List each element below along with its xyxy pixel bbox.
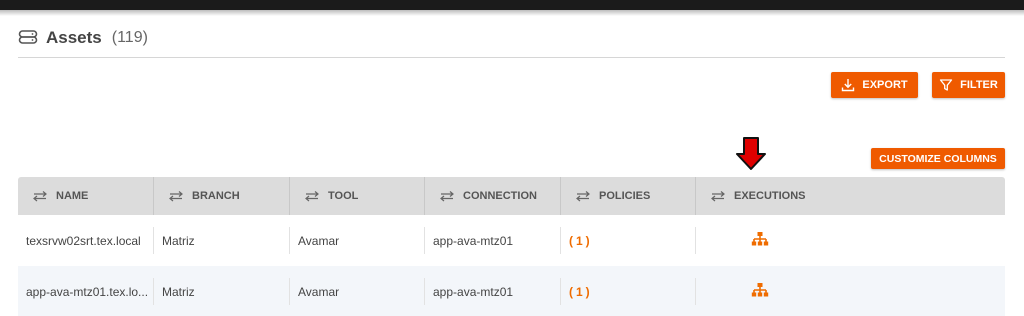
table-row: app-ava-mtz01.tex.lo... Matriz Avamar ap… bbox=[18, 266, 1005, 316]
header-divider bbox=[18, 57, 1005, 58]
sitemap-icon[interactable] bbox=[751, 231, 769, 250]
filter-button[interactable]: FILTER bbox=[932, 72, 1005, 98]
policies-cell: (1) bbox=[561, 215, 696, 266]
asset-name-cell: app-ava-mtz01.tex.lo... bbox=[18, 266, 154, 316]
executions-cell bbox=[696, 266, 1005, 316]
column-label: POLICIES bbox=[599, 190, 651, 202]
download-icon bbox=[841, 78, 855, 92]
sort-arrows-icon bbox=[710, 190, 726, 202]
column-label: NAME bbox=[56, 190, 89, 202]
filter-label: FILTER bbox=[960, 79, 998, 91]
column-label: EXECUTIONS bbox=[734, 190, 806, 202]
funnel-icon bbox=[939, 78, 953, 92]
customize-columns-label: CUSTOMIZE COLUMNS bbox=[879, 152, 997, 165]
sort-arrows-icon bbox=[575, 190, 591, 202]
column-header-executions[interactable]: EXECUTIONS bbox=[696, 177, 1005, 215]
executions-cell bbox=[696, 215, 1005, 266]
column-header-connection[interactable]: CONNECTION bbox=[425, 177, 561, 215]
column-header-name[interactable]: NAME bbox=[18, 177, 154, 215]
table-row: texsrvw02srt.tex.local Matriz Avamar app… bbox=[18, 215, 1005, 266]
tool-cell: Avamar bbox=[290, 266, 425, 316]
sort-arrows-icon bbox=[439, 190, 455, 202]
table-header: NAME BRANCH TOOL CONNECTION POLICIES EXE… bbox=[18, 177, 1005, 215]
asset-count: (119) bbox=[111, 29, 148, 46]
policies-link[interactable]: (1) bbox=[569, 285, 593, 299]
top-bar-shadow bbox=[0, 10, 1024, 16]
connection-cell: app-ava-mtz01 bbox=[425, 266, 561, 316]
policies-cell: (1) bbox=[561, 266, 696, 316]
sitemap-icon[interactable] bbox=[751, 282, 769, 301]
branch-cell: Matriz bbox=[154, 266, 290, 316]
customize-columns-button[interactable]: CUSTOMIZE COLUMNS bbox=[871, 148, 1005, 169]
column-header-tool[interactable]: TOOL bbox=[290, 177, 425, 215]
assets-table: NAME BRANCH TOOL CONNECTION POLICIES EXE… bbox=[18, 177, 1005, 316]
column-label: TOOL bbox=[328, 190, 359, 202]
connection-cell: app-ava-mtz01 bbox=[425, 215, 561, 266]
database-icon bbox=[18, 29, 38, 47]
branch-cell: Matriz bbox=[154, 215, 290, 266]
page-title: Assets bbox=[46, 28, 102, 47]
asset-name-cell: texsrvw02srt.tex.local bbox=[18, 215, 154, 266]
top-bar bbox=[0, 0, 1024, 10]
column-label: CONNECTION bbox=[463, 190, 537, 202]
tool-cell: Avamar bbox=[290, 215, 425, 266]
page-header: Assets (119) bbox=[18, 26, 148, 50]
column-header-policies[interactable]: POLICIES bbox=[561, 177, 696, 215]
sort-arrows-icon bbox=[168, 190, 184, 202]
sort-arrows-icon bbox=[32, 190, 48, 202]
policies-link[interactable]: (1) bbox=[569, 234, 593, 248]
sort-arrows-icon bbox=[304, 190, 320, 202]
red-down-arrow-icon bbox=[735, 137, 767, 176]
export-button[interactable]: EXPORT bbox=[831, 72, 918, 98]
column-header-branch[interactable]: BRANCH bbox=[154, 177, 290, 215]
column-label: BRANCH bbox=[192, 190, 240, 202]
export-label: EXPORT bbox=[862, 79, 908, 91]
